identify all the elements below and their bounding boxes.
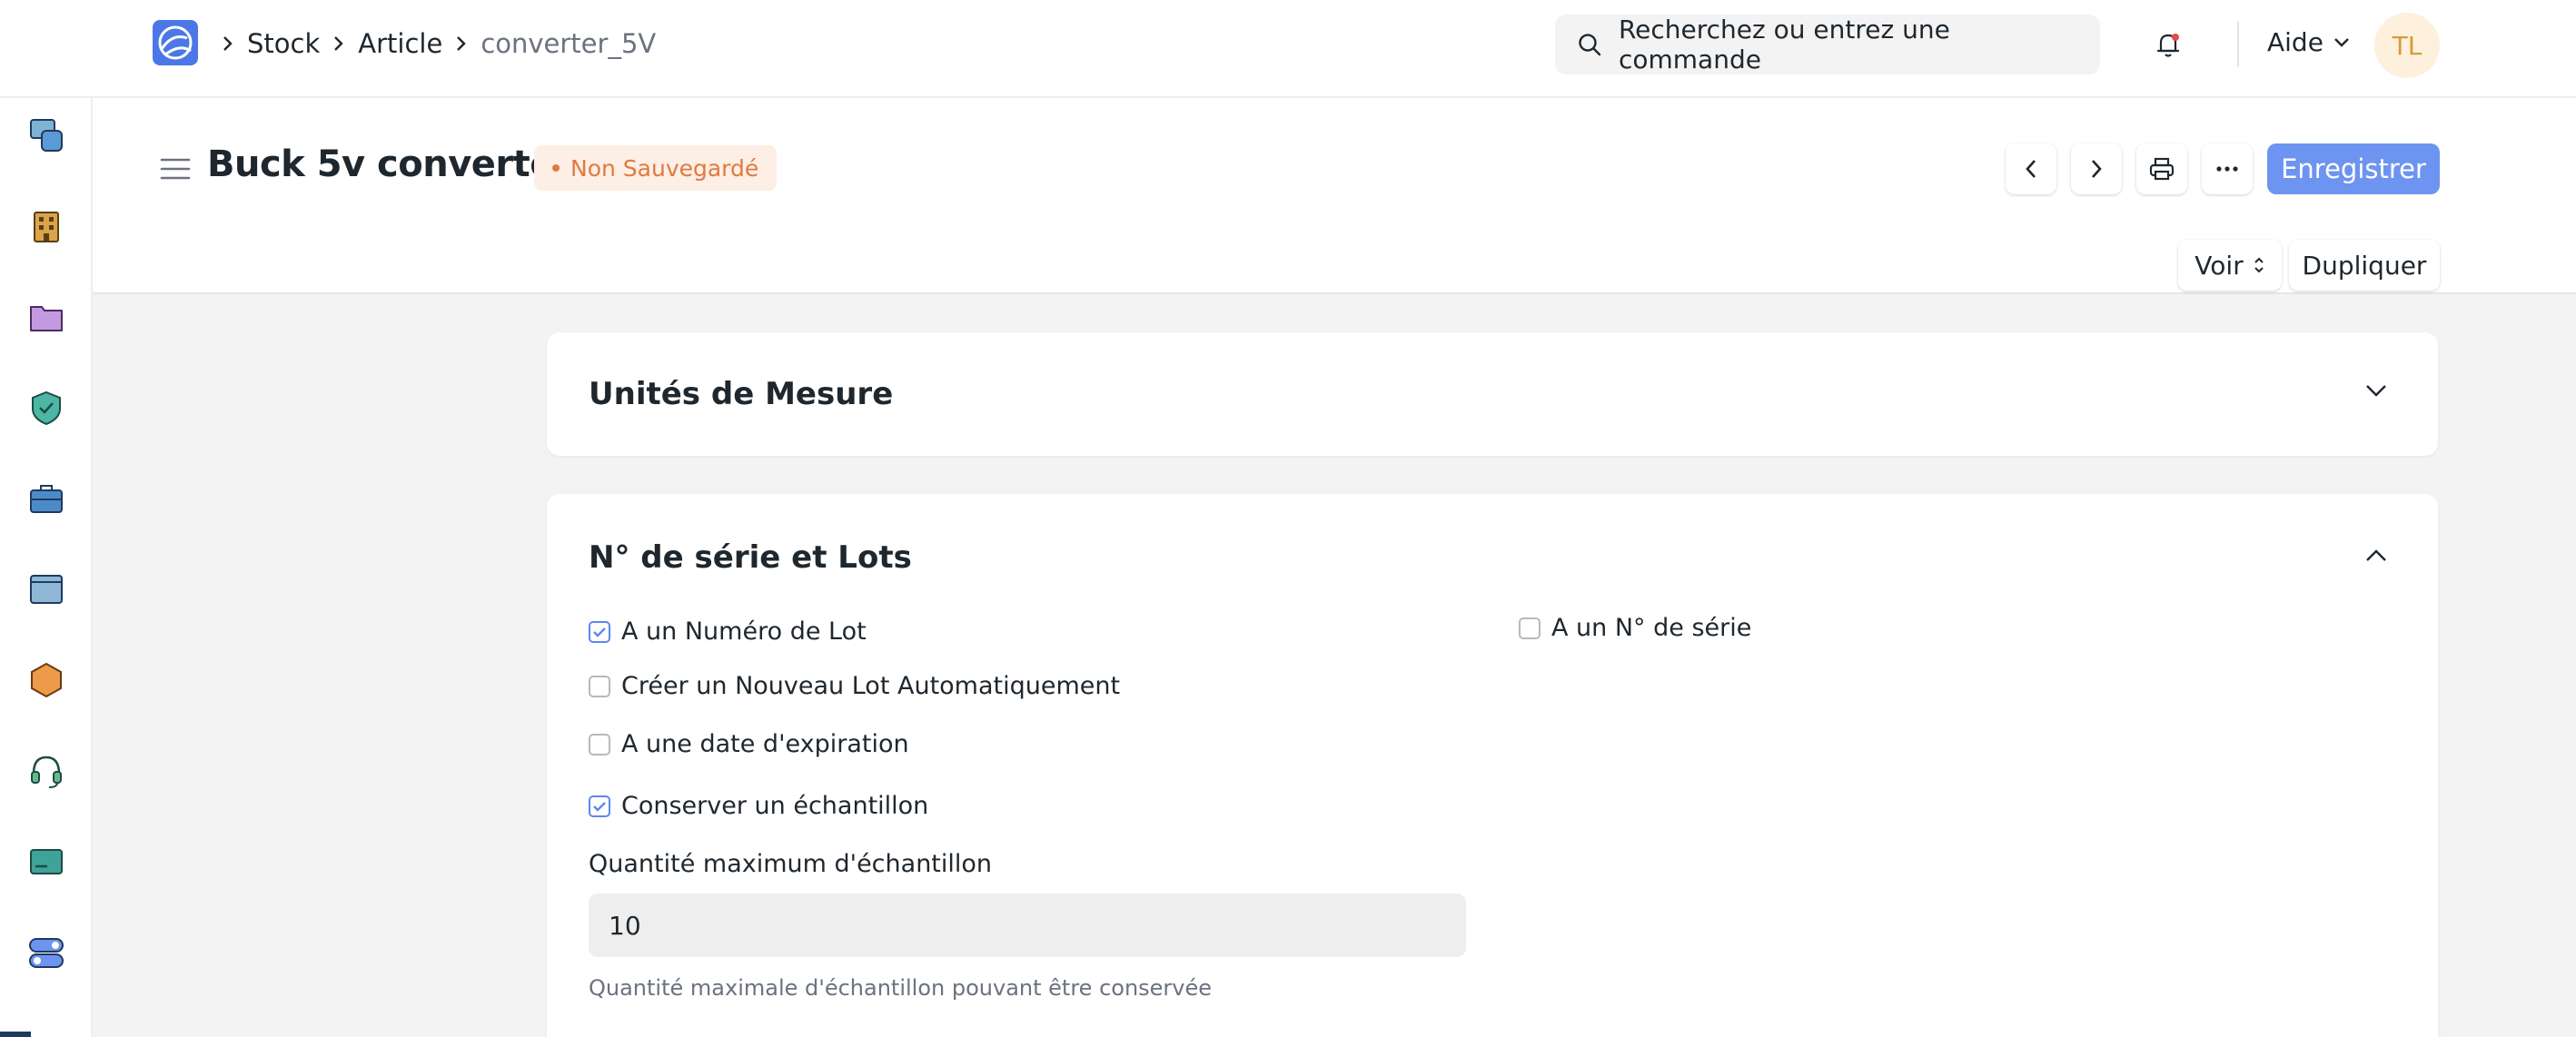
search-placeholder: Recherchez ou entrez une commande [1618, 15, 1950, 74]
chevron-down-icon[interactable] [2363, 381, 2389, 403]
navbar-divider [2237, 22, 2239, 67]
section-title: Unités de Mesure [589, 376, 894, 412]
sample-quantity-help: Quantité maximale d'échantillon pouvant … [589, 975, 1213, 1001]
shield-icon[interactable] [27, 389, 65, 427]
chevron-right-icon [2092, 160, 2102, 178]
app-logo[interactable] [153, 20, 198, 65]
checkbox-retain-sample[interactable]: Conserver un échantillon [589, 792, 928, 820]
notification-bell-icon[interactable] [2153, 29, 2184, 64]
help-label: Aide [2267, 27, 2323, 57]
hexagon-icon[interactable] [27, 661, 65, 699]
checkbox-label: A un Numéro de Lot [621, 617, 867, 646]
navbar: Stock Article converter_5V Recherchez ou… [0, 0, 2576, 98]
sample-quantity-input[interactable]: 10 [589, 894, 1466, 957]
checkbox-has-serial-no[interactable]: A un N° de série [1519, 614, 1751, 642]
checkbox-box[interactable] [589, 675, 610, 697]
page-title: Buck 5v converter [207, 143, 572, 185]
section-title: N° de série et Lots [589, 539, 912, 576]
card-icon[interactable] [27, 843, 65, 881]
checkbox-has-expiry-date[interactable]: A une date d'expiration [589, 730, 909, 758]
more-actions-button[interactable] [2202, 143, 2253, 194]
section-serial-batch: N° de série et Lots A un Numéro de Lot C… [547, 494, 2438, 1037]
page-header: Buck 5v converter Non Sauvegardé Enregis… [93, 98, 2576, 294]
chevron-right-icon [455, 35, 468, 53]
sort-arrows-icon [2254, 257, 2264, 273]
previous-button[interactable] [2006, 143, 2056, 194]
chevron-down-icon [2334, 37, 2349, 47]
folder-icon[interactable] [27, 298, 65, 336]
checkbox-label: Conserver un échantillon [621, 792, 929, 820]
building-icon[interactable] [27, 207, 65, 245]
toggle-icon[interactable] [27, 933, 65, 972]
section-uom[interactable]: Unités de Mesure [547, 332, 2438, 456]
view-dropdown[interactable]: Voir [2178, 240, 2282, 291]
sidebar-scroll-marker [0, 1032, 31, 1037]
next-button[interactable] [2071, 143, 2122, 194]
sidebar [0, 98, 93, 1037]
avatar[interactable]: TL [2374, 13, 2440, 78]
checkbox-box[interactable] [589, 733, 610, 756]
more-horizontal-icon [2216, 166, 2238, 172]
stack-icon[interactable] [27, 116, 65, 154]
window-icon[interactable] [27, 570, 65, 608]
print-button[interactable] [2136, 143, 2187, 194]
check-icon [593, 627, 606, 637]
chevron-up-icon[interactable] [2363, 547, 2389, 568]
printer-icon [2149, 157, 2175, 181]
status-badge-label: Non Sauvegardé [570, 154, 759, 182]
status-badge: Non Sauvegardé [534, 145, 778, 191]
save-button[interactable]: Enregistrer [2267, 143, 2440, 194]
chevron-left-icon [2026, 160, 2036, 178]
chevron-right-icon [222, 35, 234, 53]
breadcrumb-current[interactable]: converter_5V [481, 28, 656, 59]
headset-icon[interactable] [27, 752, 65, 790]
checkbox-label: A une date d'expiration [621, 730, 909, 758]
duplicate-button[interactable]: Dupliquer [2289, 240, 2440, 291]
search-icon [1579, 34, 1601, 56]
menu-icon[interactable] [160, 156, 191, 185]
breadcrumb: Stock Article converter_5V [218, 25, 656, 62]
checkbox-create-new-batch[interactable]: Créer un Nouveau Lot Automatiquement [589, 672, 1120, 700]
checkbox-box[interactable] [589, 795, 610, 817]
briefcase-icon[interactable] [27, 479, 65, 518]
check-icon [593, 801, 606, 812]
search-input[interactable]: Recherchez ou entrez une commande [1555, 15, 2100, 74]
checkbox-label: Créer un Nouveau Lot Automatiquement [621, 672, 1121, 700]
help-dropdown[interactable]: Aide [2267, 27, 2351, 57]
chevron-right-icon [332, 35, 345, 53]
sample-quantity-label: Quantité maximum d'échantillon [589, 850, 993, 878]
breadcrumb-article[interactable]: Article [358, 28, 442, 59]
checkbox-box[interactable] [589, 620, 610, 643]
view-label: Voir [2195, 250, 2244, 281]
checkbox-has-batch-no[interactable]: A un Numéro de Lot [589, 617, 867, 646]
checkbox-label: A un N° de série [1551, 614, 1752, 642]
checkbox-box[interactable] [1519, 617, 1541, 639]
breadcrumb-stock[interactable]: Stock [247, 28, 320, 59]
status-dot [552, 164, 560, 172]
